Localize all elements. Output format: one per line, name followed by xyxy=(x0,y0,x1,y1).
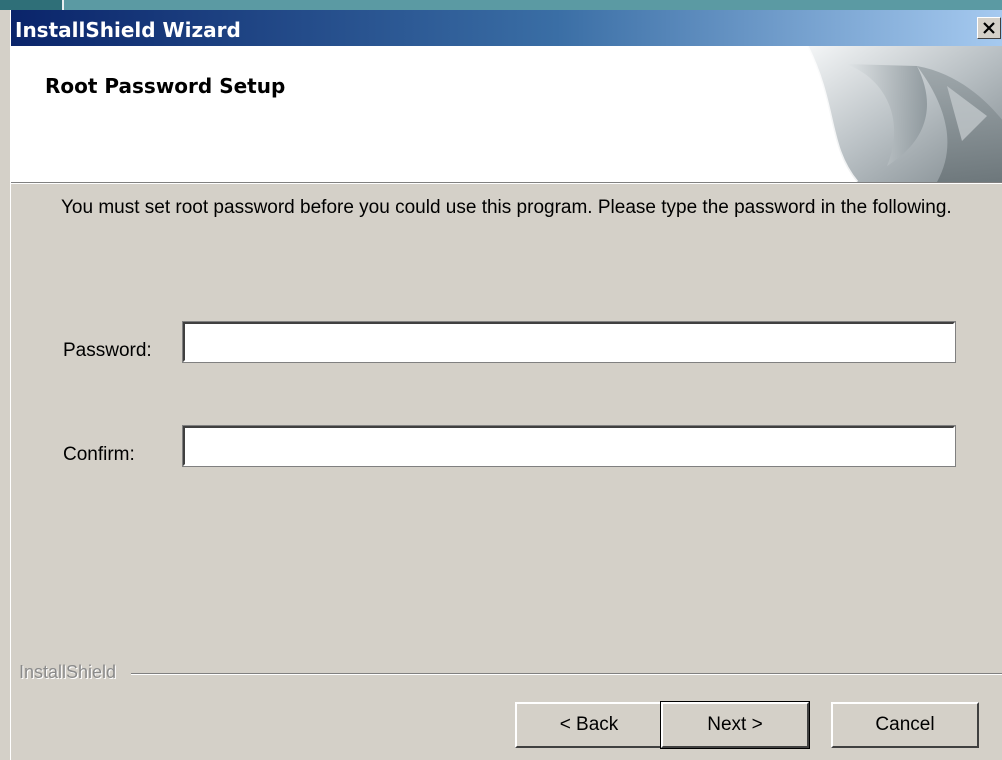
confirm-label: Confirm: xyxy=(63,444,135,465)
confirm-input[interactable] xyxy=(182,425,956,467)
installshield-header-graphic xyxy=(805,46,1002,182)
installshield-wizard-window: InstallShield Wizard Root Password Setup xyxy=(10,10,1002,760)
close-icon xyxy=(983,22,995,34)
close-button[interactable] xyxy=(977,17,1001,39)
window-title: InstallShield Wizard xyxy=(15,18,241,42)
next-button[interactable]: Next > xyxy=(660,701,810,749)
password-label: Password: xyxy=(63,340,152,361)
back-button[interactable]: < Back xyxy=(515,702,663,748)
installshield-brand-label: InstallShield xyxy=(19,662,123,683)
instruction-text: You must set root password before you co… xyxy=(61,197,952,218)
page-title: Root Password Setup xyxy=(45,74,286,98)
desktop-top-strip xyxy=(0,0,1002,10)
installshield-brand-divider: InstallShield xyxy=(11,662,1002,686)
wizard-header-panel: Root Password Setup xyxy=(11,46,1002,183)
password-input[interactable] xyxy=(182,321,956,363)
cancel-button[interactable]: Cancel xyxy=(831,702,979,748)
divider-line xyxy=(131,673,1002,675)
title-bar[interactable]: InstallShield Wizard xyxy=(11,10,1002,46)
